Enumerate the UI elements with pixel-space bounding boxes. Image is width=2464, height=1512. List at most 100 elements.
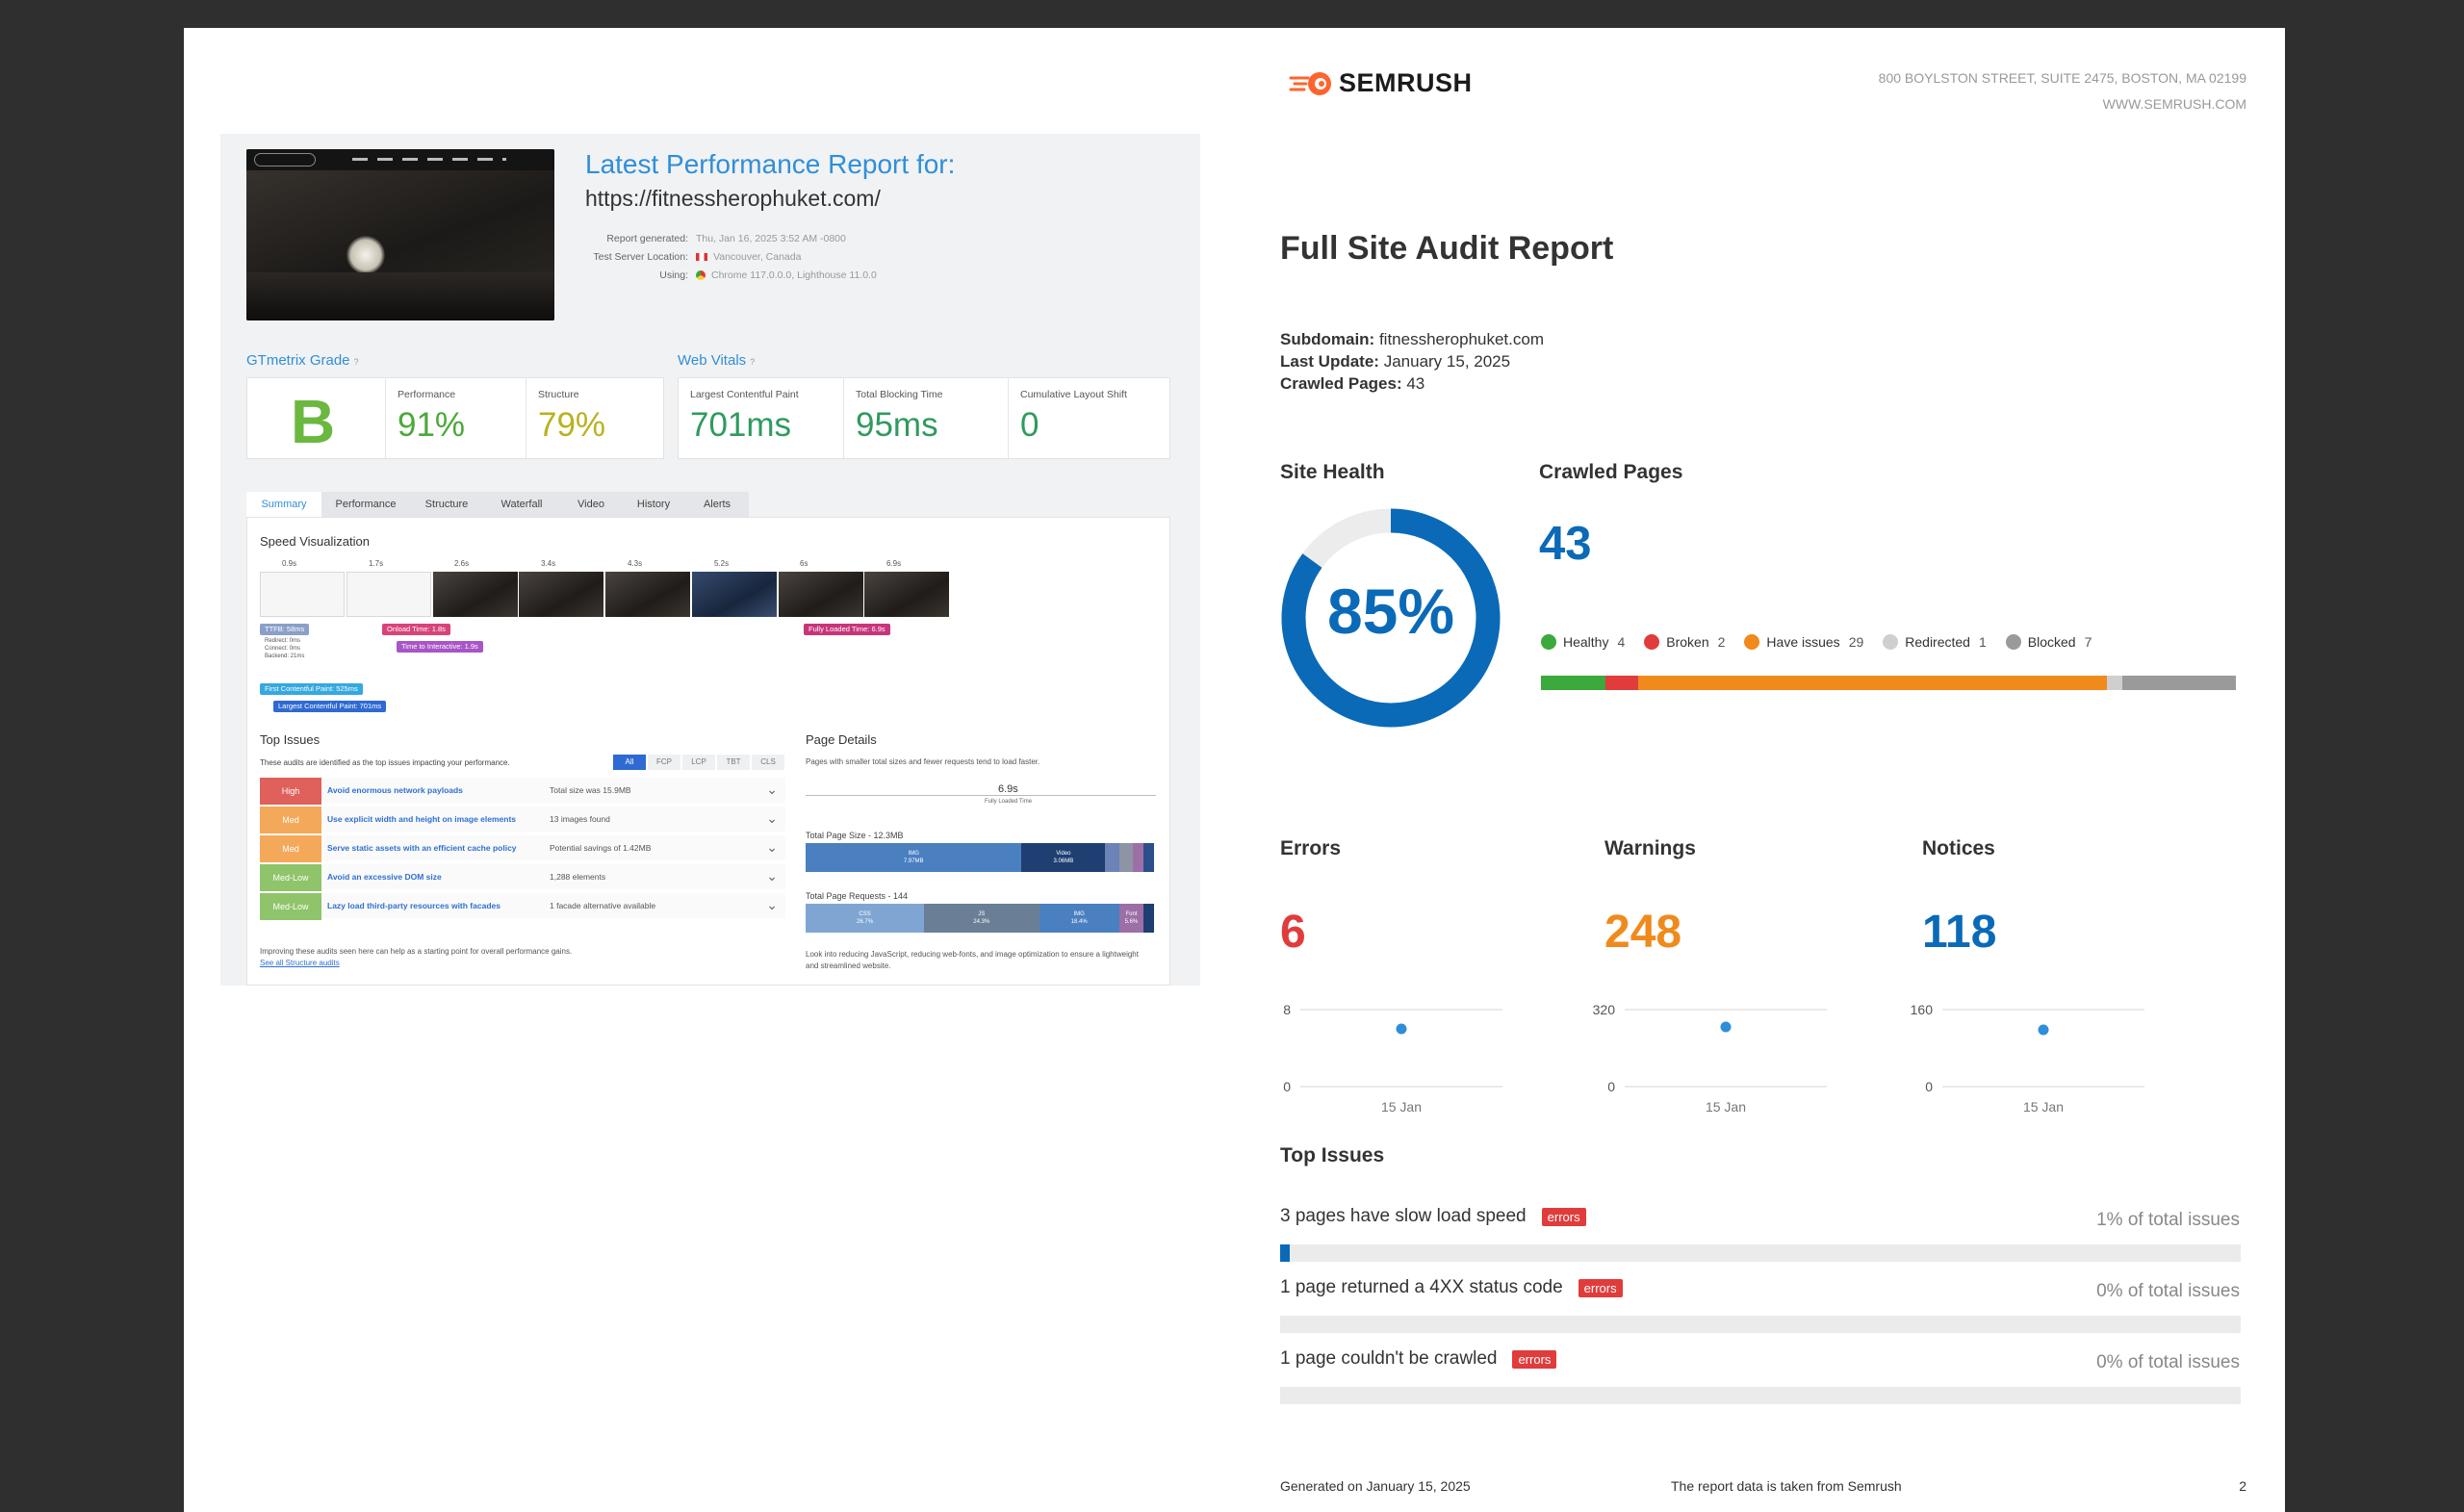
tab-performance[interactable]: Performance (321, 492, 410, 517)
footer-generated: Generated on January 15, 2025 (1280, 1478, 1471, 1494)
y-tick-label: 160 (1911, 1002, 1934, 1017)
subdomain-value: fitnessherophuket.com (1378, 330, 1544, 348)
y-tick-label: 0 (1925, 1079, 1933, 1094)
crawled-pages-value: 43 (1406, 374, 1425, 393)
filter-cls[interactable]: CLS (752, 755, 784, 770)
chevron-down-icon[interactable]: ⌄ (766, 782, 778, 798)
y-tick-label: 0 (1607, 1079, 1615, 1094)
speed-frame (346, 572, 431, 617)
structure-audits-link[interactable]: See all Structure audits (260, 958, 572, 969)
errors-chart: 8 0 15 Jan (1283, 1002, 1502, 1115)
chevron-down-icon[interactable]: ⌄ (766, 868, 778, 884)
tab-video[interactable]: Video (560, 492, 622, 517)
filter-lcp[interactable]: LCP (682, 755, 715, 770)
bar-segment: IMG 7.97MB (806, 843, 1022, 872)
grade-heading-text: GTmetrix Grade (246, 352, 350, 369)
cls-label: Cumulative Layout Shift (1020, 389, 1127, 400)
bar-segment (1143, 904, 1154, 933)
thumbnail-light (346, 236, 385, 274)
issue-row[interactable]: High Avoid enormous network payloads Tot… (260, 778, 785, 805)
issue-text[interactable]: 1 page returned a 4XX status code (1280, 1277, 1563, 1298)
bar-segment-broken (1605, 676, 1638, 690)
issue-title[interactable]: 1 page returned a 4XX status code errors (1280, 1277, 1623, 1298)
meta-value: Thu, Jan 16, 2025 3:52 AM -0800 (696, 233, 846, 244)
help-icon[interactable]: ? (750, 357, 755, 367)
y-tick-label: 8 (1283, 1002, 1291, 1017)
page-size-bar: IMG 7.97MB Video 3.06MB (806, 843, 1154, 872)
chevron-down-icon[interactable]: ⌄ (766, 810, 778, 827)
legend-dot (1541, 634, 1556, 650)
data-point (1396, 1023, 1407, 1035)
gtmetrix-url: https://fitnessherophuket.com/ (585, 186, 881, 211)
last-update-value: January 15, 2025 (1383, 352, 1511, 371)
speed-tick: 4.3s (628, 559, 643, 568)
tbt-label: Total Blocking Time (856, 389, 943, 400)
legend-label: Have issues (1766, 634, 1840, 650)
speed-visualization-title: Speed Visualization (260, 534, 370, 549)
issue-name: Avoid enormous network payloads (327, 785, 463, 795)
page-number: 2 (2239, 1478, 2246, 1494)
severity-badge: Med (260, 807, 321, 833)
performance-value: 91% (398, 406, 466, 444)
bar-segment (1133, 843, 1144, 872)
report-page: Latest Performance Report for: https://f… (184, 28, 2285, 1512)
lcp-tag: Largest Contentful Paint: 701ms (273, 701, 387, 712)
filter-fcp[interactable]: FCP (648, 755, 680, 770)
bar-segment (1105, 843, 1119, 872)
meta-value: Chrome 117.0.0.0, Lighthouse 11.0.0 (711, 269, 877, 281)
bar-segment-healthy (1541, 676, 1606, 690)
speed-frame (519, 572, 603, 617)
page-requests-bar: CSS 26.7% JS 24.3% IMG 18.4% Font 5.6% (806, 904, 1154, 933)
data-point (2038, 1024, 2049, 1036)
notices-heading: Notices (1922, 837, 1995, 859)
connect-tag: Connect: 0ms (265, 646, 301, 652)
issue-row[interactable]: Med Use explicit width and height on ima… (260, 807, 785, 833)
chevron-down-icon[interactable]: ⌄ (766, 897, 778, 913)
cls-cell: Cumulative Layout Shift 0 (1008, 378, 1171, 460)
issue-row[interactable]: Med Serve static assets with an efficien… (260, 835, 785, 862)
warnings-chart: 320 0 15 Jan (1593, 1002, 1827, 1115)
bar-segment: IMG 18.4% (1039, 904, 1119, 933)
tab-structure[interactable]: Structure (410, 492, 483, 517)
summary-panel: Speed Visualization 0.9s 1.7s 2.6s 3.4s … (246, 517, 1170, 986)
segment-value: 24.3% (973, 919, 990, 925)
filter-all[interactable]: All (613, 755, 646, 770)
issue-name: Use explicit width and height on image e… (327, 814, 517, 824)
speed-tick: 5.2s (714, 559, 730, 568)
segment-label: JS (978, 911, 986, 917)
issue-percentage: 0% of total issues (2096, 1352, 2240, 1372)
issue-text[interactable]: 1 page couldn't be crawled (1280, 1348, 1497, 1370)
fully-loaded-label: Fully Loaded Time (985, 799, 1033, 805)
fcp-tag: First Contentful Paint: 525ms (260, 683, 363, 695)
x-tick-label: 15 Jan (2023, 1099, 2064, 1115)
chevron-down-icon[interactable]: ⌄ (766, 839, 778, 856)
lcp-label: Largest Contentful Paint (690, 389, 799, 400)
issue-row[interactable]: Med-Low Avoid an excessive DOM size 1,28… (260, 864, 785, 891)
legend-have-issues: Have issues 29 (1744, 634, 1863, 650)
ttfb-tag: TTFB: 58ms (260, 624, 310, 635)
tab-alerts[interactable]: Alerts (685, 492, 749, 517)
legend-count: 7 (2084, 634, 2092, 650)
tab-history[interactable]: History (622, 492, 685, 517)
help-icon[interactable]: ? (354, 357, 359, 367)
issue-title[interactable]: 3 pages have slow load speed errors (1280, 1206, 1586, 1227)
tab-summary[interactable]: Summary (246, 492, 321, 517)
issue-row[interactable]: Med-Low Lazy load third-party resources … (260, 893, 785, 920)
legend-dot (1883, 634, 1899, 650)
issue-text[interactable]: 3 pages have slow load speed (1280, 1206, 1527, 1227)
y-tick-label: 0 (1283, 1079, 1291, 1094)
speed-frame (864, 572, 949, 617)
errors-badge: errors (1578, 1278, 1623, 1297)
website-line: WWW.SEMRUSH.COM (2102, 96, 2246, 112)
onload-tag: Onload Time: 1.8s (382, 624, 450, 635)
issue-title[interactable]: 1 page couldn't be crawled errors (1280, 1348, 1557, 1370)
thumbnail-floor (246, 272, 554, 320)
page-details-title: Page Details (806, 732, 877, 747)
issue-percentage: 1% of total issues (2096, 1210, 2240, 1230)
filter-tbt[interactable]: TBT (717, 755, 750, 770)
performance-cell: Performance 91% (385, 378, 526, 460)
tab-waterfall[interactable]: Waterfall (483, 492, 560, 517)
issue-progress-bar (1280, 1316, 2241, 1333)
lcp-value: 701ms (690, 406, 792, 444)
bar-segment-blocked (2122, 676, 2236, 690)
